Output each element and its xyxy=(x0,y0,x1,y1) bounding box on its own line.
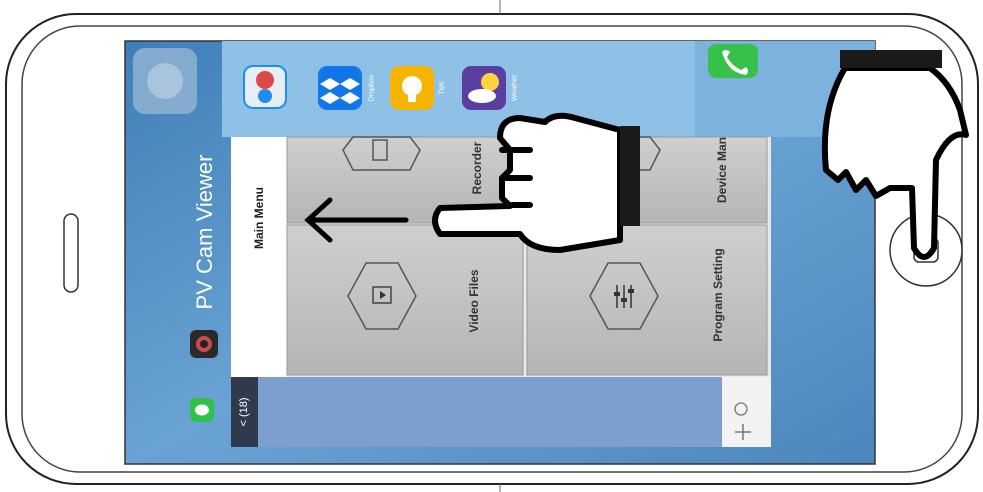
dock-label-weather: Weather xyxy=(511,74,519,102)
speaker-slot xyxy=(63,213,79,293)
messages-back-label[interactable]: < (18) xyxy=(238,397,250,426)
hand-press-cuff xyxy=(840,50,942,68)
tips-icon[interactable] xyxy=(390,66,434,110)
dock-label-dropbox: Dropbox xyxy=(368,74,376,102)
instruction-illustration xyxy=(5,0,979,492)
dropbox-icon[interactable] xyxy=(318,66,362,110)
menu-label-recorder: Recorder xyxy=(470,141,484,195)
app-title: PV Cam Viewer xyxy=(192,154,217,310)
menu-tile-video-files[interactable] xyxy=(286,224,524,376)
line-app-icon[interactable] xyxy=(190,398,214,422)
menu-label-device: Device Man xyxy=(715,136,729,204)
messages-card xyxy=(231,377,771,447)
app-store-icon[interactable] xyxy=(243,65,287,109)
phone-icon[interactable] xyxy=(708,44,758,78)
dock-label-tips: Tips xyxy=(438,81,446,95)
hand-swipe-cuff xyxy=(620,126,640,226)
camera-app-icon[interactable] xyxy=(190,330,218,358)
main-menu-header xyxy=(231,137,287,377)
menu-label-program-setting: Program Setting xyxy=(711,248,725,342)
menu-label-video-files: Video Files xyxy=(467,269,481,333)
weather-icon[interactable] xyxy=(462,66,506,110)
main-menu-header-label: Main Menu xyxy=(252,187,266,249)
